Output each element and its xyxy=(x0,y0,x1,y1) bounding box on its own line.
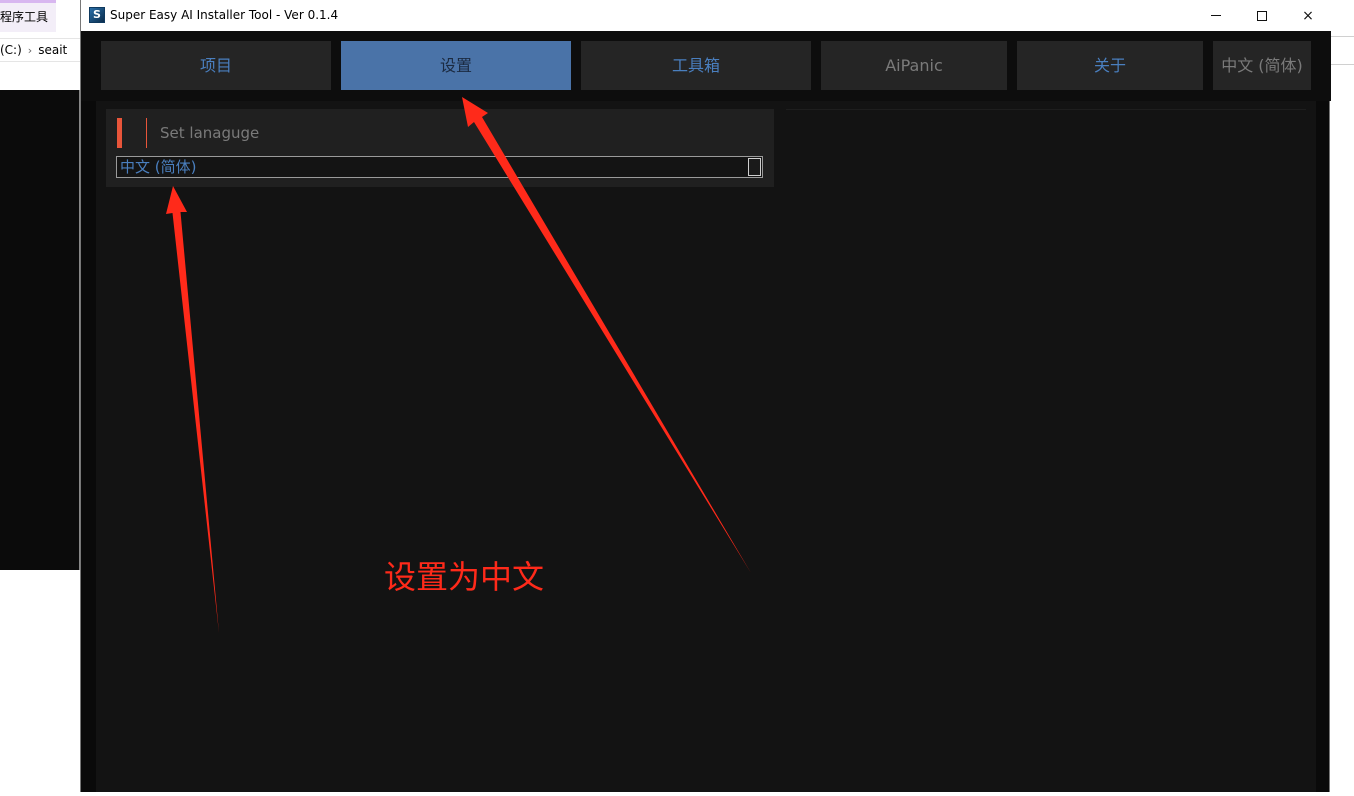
content-area: Set lanaguge 中文 (简体) xyxy=(96,101,1316,792)
close-icon: × xyxy=(1302,7,1314,24)
divider xyxy=(1330,36,1354,37)
right-panel xyxy=(786,109,1306,792)
language-settings-panel: Set lanaguge 中文 (简体) xyxy=(106,109,774,187)
title-bar[interactable]: S Super Easy AI Installer Tool - Ver 0.1… xyxy=(81,0,1331,31)
background-window-edge xyxy=(1330,0,1354,792)
app-logo-icon: S xyxy=(89,7,105,23)
minimize-icon xyxy=(1211,15,1221,16)
section-title: Set lanaguge xyxy=(160,124,260,142)
tab-projects[interactable]: 项目 xyxy=(101,41,331,90)
background-explorer-window: 程序工具 (C:) › seait xyxy=(0,0,80,792)
app-window: S Super Easy AI Installer Tool - Ver 0.1… xyxy=(80,0,1331,792)
close-button[interactable]: × xyxy=(1285,0,1331,31)
divider xyxy=(1330,64,1354,65)
window-title: Super Easy AI Installer Tool - Ver 0.1.4 xyxy=(110,8,339,22)
address-drive[interactable]: (C:) xyxy=(0,43,22,57)
tab-aipanic[interactable]: AiPanic xyxy=(821,41,1007,90)
maximize-icon xyxy=(1257,10,1267,21)
minimize-button[interactable] xyxy=(1193,0,1239,31)
language-select[interactable]: 中文 (简体) xyxy=(116,156,763,178)
language-option-selected[interactable]: 中文 (简体) xyxy=(120,158,196,176)
tab-toolbox[interactable]: 工具箱 xyxy=(581,41,811,90)
explorer-content-pane xyxy=(0,90,80,570)
chevron-right-icon: › xyxy=(27,44,33,57)
tab-bar: 项目 设置 工具箱 AiPanic 关于 中文 (简体) xyxy=(81,31,1331,101)
tab-language[interactable]: 中文 (简体) xyxy=(1213,41,1311,90)
section-accent-bar xyxy=(117,118,122,148)
tab-settings[interactable]: 设置 xyxy=(341,41,571,90)
explorer-ribbon-label: 程序工具 xyxy=(0,10,49,24)
maximize-button[interactable] xyxy=(1239,0,1285,31)
explorer-address-bar[interactable]: (C:) › seait xyxy=(0,38,80,62)
section-accent-line xyxy=(146,118,147,148)
address-folder[interactable]: seait xyxy=(38,43,67,57)
listbox-scrollbar[interactable] xyxy=(748,158,761,176)
tab-about[interactable]: 关于 xyxy=(1017,41,1203,90)
